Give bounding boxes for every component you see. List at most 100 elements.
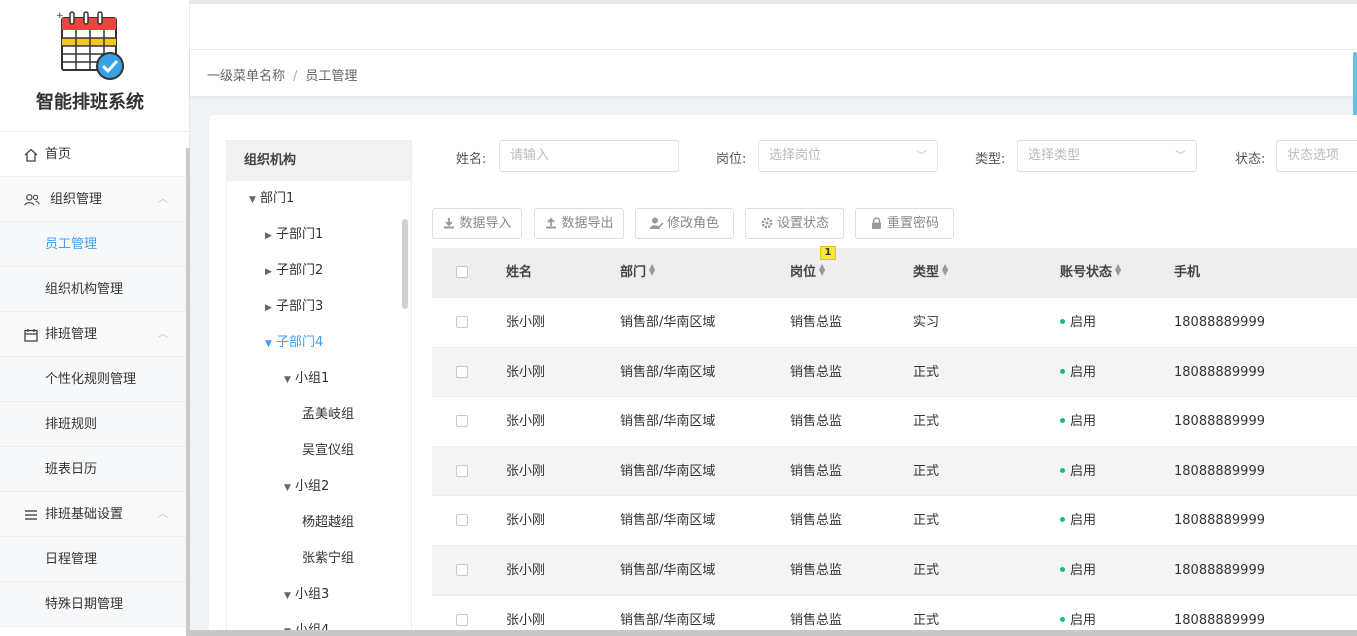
sidebar-item-shift-calendar[interactable]: 班表日历 (0, 447, 186, 492)
table-row[interactable]: 张小刚 销售部/华南区域 销售总监 正式 启用 18088889999 (432, 496, 1357, 546)
table-row[interactable]: 张小刚 销售部/华南区域 销售总监 正式 启用 18088889999 (432, 546, 1357, 596)
cell-text: 18088889999 (1174, 315, 1265, 330)
row-checkbox[interactable] (456, 464, 468, 477)
cell-name: 张小刚 (506, 348, 545, 397)
post-select[interactable]: 选择岗位 ﹀ (758, 140, 938, 172)
header-dept[interactable]: 部门 ▲ ▼ (620, 248, 655, 297)
row-checkbox[interactable] (456, 564, 468, 576)
select-all-checkbox[interactable] (456, 266, 468, 278)
tree-node[interactable]: ▼ 部门1 (227, 181, 411, 217)
cell-name: 张小刚 (506, 447, 545, 496)
sidebar-item-org-structure[interactable]: 组织机构管理 (0, 267, 186, 312)
chevron-up-icon: ︿ (158, 329, 168, 340)
export-button[interactable]: 数据导出 (534, 208, 624, 239)
tree-node[interactable]: ▶ 子部门1 (227, 217, 411, 253)
sort-icon[interactable]: ▲ ▼ (649, 263, 655, 277)
tree-node[interactable]: 孟美岐组 (227, 397, 411, 433)
sort-icon[interactable]: ▲ ▼ (819, 263, 825, 277)
tree-node[interactable]: ▼ 小组1 (227, 361, 411, 397)
employee-table: 姓名 部门 ▲ ▼ 岗位 ▲ ▼ 类型 ▲ ▼ 账号状态 ▲ ▼ 手机 张小刚 销售部/华南区域销… (432, 248, 1357, 636)
reset-password-button[interactable]: 重置密码 (855, 208, 954, 239)
horizontal-scrollbar[interactable] (190, 630, 1357, 636)
svg-text:+: + (56, 11, 64, 21)
sidebar-item-org-management[interactable]: 组织管理 ︿ (0, 177, 186, 222)
sidebar-item-employee-management[interactable]: 员工管理 (0, 222, 186, 267)
sidebar-item-base-settings[interactable]: 排班基础设置 ︿ (0, 492, 186, 537)
name-label: 姓名: (456, 152, 487, 167)
header-type[interactable]: 类型 ▲ ▼ (913, 248, 948, 297)
row-checkbox[interactable] (456, 415, 468, 428)
cell-type: 正式 (913, 496, 939, 545)
cell-text: 18088889999 (1174, 414, 1265, 430)
sidebar-item-schedule-management[interactable]: 排班管理 ︿ (0, 312, 186, 357)
sidebar-item-custom-rules[interactable]: 个性化规则管理 (0, 357, 186, 402)
cell-text: 18088889999 (1174, 513, 1265, 529)
cell-text: 销售部/华南区域 (620, 563, 716, 578)
breadcrumb-level1[interactable]: 一级菜单名称 (207, 69, 285, 84)
cell-text: 实习 (913, 315, 940, 330)
caret-down-icon: ▼ (284, 483, 291, 493)
header-phone-label: 手机 (1174, 265, 1201, 280)
import-button[interactable]: 数据导入 (432, 208, 522, 239)
cell-text: 销售总监 (790, 414, 843, 430)
tree-scrollbar[interactable] (402, 219, 408, 309)
sidebar-item-agenda[interactable]: 日程管理 (0, 537, 186, 582)
home-icon (24, 132, 40, 177)
table-row[interactable]: 张小刚 销售部/华南区域 销售总监 正式 启用 18088889999 (432, 446, 1357, 497)
app-title: 智能排班系统 (36, 92, 144, 113)
sort-icon[interactable]: ▲ ▼ (1115, 263, 1121, 277)
row-checkbox[interactable] (456, 316, 468, 328)
breadcrumb-separator: / (293, 69, 298, 84)
cell-dept: 销售部/华南区域 (620, 298, 715, 347)
table-row[interactable]: 张小刚 销售部/华南区域 销售总监 正式 启用 18088889999 (432, 347, 1357, 398)
tree-node[interactable]: ▼ 小组2 (227, 469, 411, 505)
table-row[interactable]: 张小刚 销售部/华南区域 销售总监 正式 启用 18088889999 (432, 397, 1357, 447)
table-row[interactable]: 张小刚 销售部/华南区域 销售总监 实习 启用 18088889999 (432, 298, 1357, 348)
tree-node[interactable]: ▼ 小组3 (227, 577, 411, 613)
set-status-label: 设置状态 (776, 216, 829, 231)
edit-role-button[interactable]: 修改角色 (635, 208, 734, 239)
row-checkbox[interactable] (456, 613, 468, 626)
tree-node[interactable]: ▶ 子部门2 (227, 253, 411, 289)
cell-text: 正式 (913, 463, 940, 479)
cell-text: 销售总监 (790, 513, 843, 529)
cell-text: 张小刚 (506, 563, 546, 578)
tree-node-label: 小组2 (295, 479, 330, 494)
sidebar-scrollbar[interactable] (186, 148, 190, 636)
type-select[interactable]: 选择类型 ﹀ (1017, 140, 1197, 172)
status-dot-icon (1060, 467, 1065, 473)
cell-post: 销售总监 (790, 496, 842, 545)
sidebar-item-special-dates[interactable]: 特殊日期管理 (0, 582, 186, 627)
chevron-down-icon: ﹀ (1175, 149, 1186, 162)
org-tree: 组织机构 ▼ 部门1 ▶ 子部门1 ▶ 子部门2 ▶ 子部门3 ▼ 子部门4 ▼ 小组1 孟… (226, 140, 412, 636)
sidebar-item-home[interactable]: 首页 (0, 132, 186, 177)
right-edge-tab[interactable] (1353, 52, 1357, 122)
row-checkbox[interactable] (456, 365, 468, 378)
set-status-button[interactable]: 设置状态 (745, 208, 844, 239)
tree-node-selected[interactable]: ▼ 子部门4 (227, 325, 411, 361)
row-checkbox[interactable] (456, 514, 468, 527)
tree-node[interactable]: 吴宣仪组 (227, 433, 411, 469)
sidebar-item-schedule-rules[interactable]: 排班规则 (0, 402, 186, 447)
tree-node-label: 孟美岐组 (302, 407, 355, 422)
header-phone: 手机 (1174, 248, 1200, 297)
cell-text: 销售总监 (790, 463, 843, 479)
cell-text: 销售部/华南区域 (620, 463, 716, 479)
cell-status: 启用 (1060, 397, 1096, 446)
user-edit-icon (649, 211, 664, 240)
post-placeholder: 选择岗位 (769, 148, 822, 163)
tree-node[interactable]: 杨超越组 (227, 505, 411, 541)
chevron-up-icon: ︿ (158, 509, 168, 520)
header-status[interactable]: 账号状态 ▲ ▼ (1060, 248, 1121, 297)
status-label: 状态: (1235, 152, 1266, 167)
name-input[interactable]: 请输入 (499, 140, 679, 172)
status-select[interactable]: 状态选项 (1276, 140, 1357, 172)
tree-node[interactable]: ▶ 子部门3 (227, 289, 411, 325)
cell-text: 销售部/华南区域 (620, 315, 716, 330)
sidebar-item-label: 组织机构管理 (45, 282, 124, 297)
cell-phone: 18088889999 (1174, 348, 1265, 397)
sidebar-item-label: 排班基础设置 (45, 507, 124, 522)
sort-icon[interactable]: ▲ ▼ (942, 263, 948, 277)
cell-status: 启用 (1060, 348, 1096, 397)
tree-node[interactable]: 张紫宁组 (227, 541, 411, 577)
